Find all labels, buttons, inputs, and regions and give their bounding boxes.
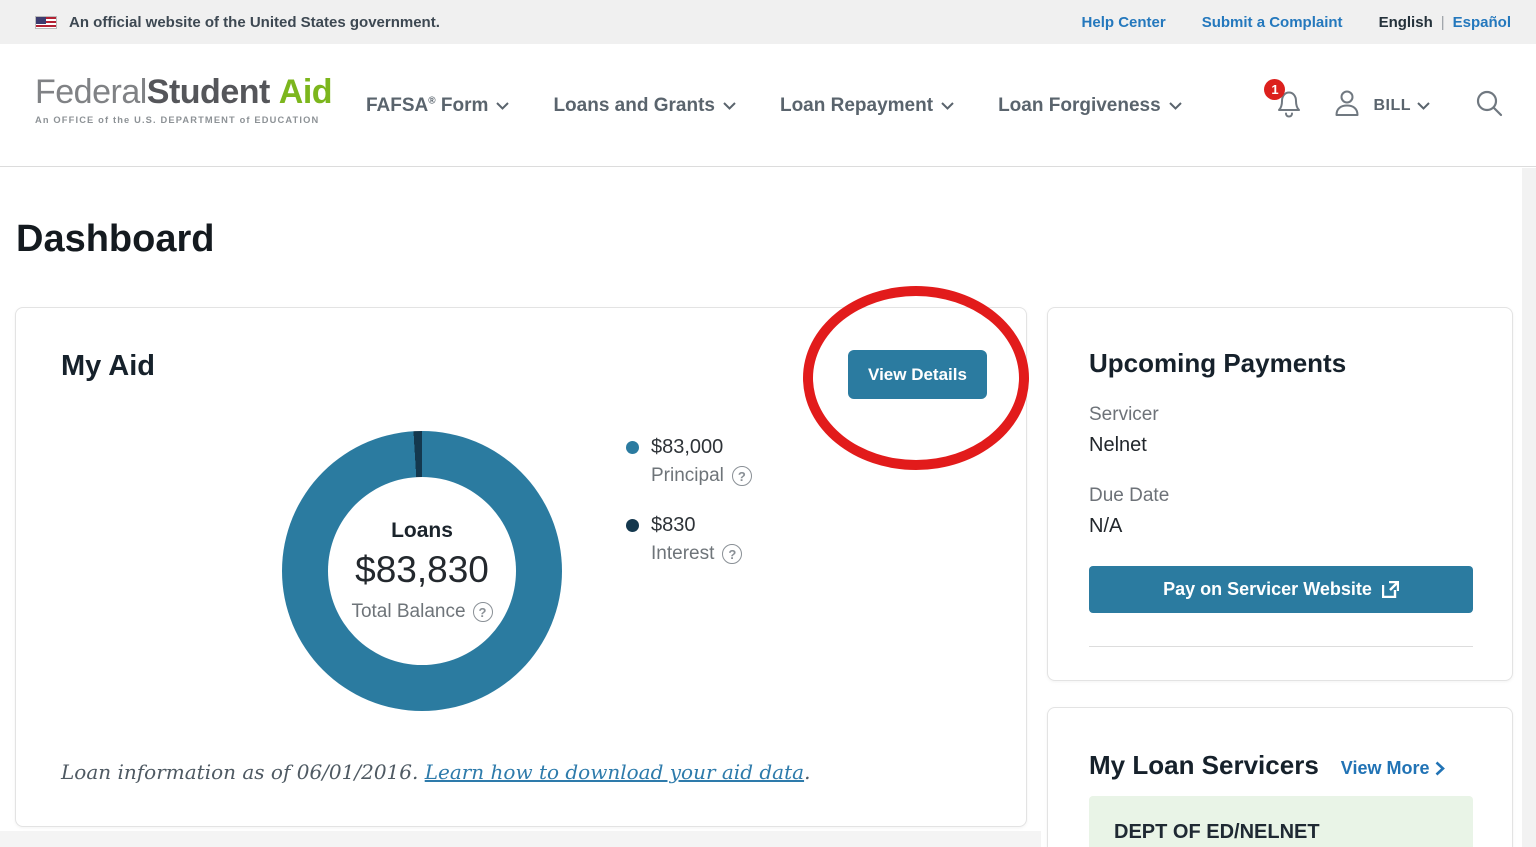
external-link-icon xyxy=(1382,581,1399,598)
loans-donut-chart: Loans $83,830 Total Balance ? xyxy=(282,431,562,711)
upcoming-payments-card: Upcoming Payments Servicer Nelnet Due Da… xyxy=(1047,307,1513,681)
chevron-down-icon xyxy=(723,102,736,110)
footnote-text: Loan information as of 06/01/2016. xyxy=(61,760,425,784)
scrollbar-track[interactable] xyxy=(1522,168,1536,847)
due-date-label: Due Date xyxy=(1089,485,1169,507)
logo-word-aid: Aid xyxy=(279,73,332,111)
search-icon xyxy=(1474,88,1504,118)
official-website-text: An official website of the United States… xyxy=(69,14,440,31)
chevron-right-icon xyxy=(1435,761,1445,776)
nav-loan-forgiveness[interactable]: Loan Forgiveness xyxy=(998,95,1182,117)
help-question-icon[interactable]: ? xyxy=(473,602,493,622)
servicer-value: Nelnet xyxy=(1089,434,1147,457)
view-details-button[interactable]: View Details xyxy=(848,350,987,399)
logo-tagline: An OFFICE of the U.S. DEPARTMENT of EDUC… xyxy=(35,115,332,125)
page: An official website of the United States… xyxy=(0,0,1536,847)
submit-complaint-link[interactable]: Submit a Complaint xyxy=(1202,14,1343,31)
my-loan-servicers-card: My Loan Servicers View More DEPT OF ED/N… xyxy=(1047,707,1513,847)
nav-loans-and-grants[interactable]: Loans and Grants xyxy=(553,95,736,117)
servicer-name: DEPT OF ED/NELNET xyxy=(1114,821,1320,844)
servicer-label: Servicer xyxy=(1089,404,1159,426)
chevron-down-icon xyxy=(941,102,954,110)
donut-center-label: Loans xyxy=(391,519,453,543)
username-label[interactable]: BILL xyxy=(1373,97,1411,115)
due-date-value: N/A xyxy=(1089,515,1122,538)
logo-word-federal: Federal xyxy=(35,73,147,111)
help-question-icon[interactable]: ? xyxy=(722,544,742,564)
pay-on-servicer-button[interactable]: Pay on Servicer Website xyxy=(1089,566,1473,613)
servicer-list-item[interactable]: DEPT OF ED/NELNET xyxy=(1089,796,1473,847)
interest-value: $830 xyxy=(651,514,696,537)
donut-center: Loans $83,830 Total Balance ? xyxy=(328,477,516,665)
search-button[interactable] xyxy=(1474,88,1504,123)
principal-dot-icon xyxy=(626,441,639,454)
language-divider: | xyxy=(1441,14,1445,31)
my-loan-servicers-title: My Loan Servicers xyxy=(1089,750,1319,781)
legend-item-principal: $83,000 Principal ? xyxy=(626,436,752,487)
interest-dot-icon xyxy=(626,519,639,532)
view-more-link[interactable]: View More xyxy=(1341,758,1446,779)
page-title: Dashboard xyxy=(16,218,214,261)
section-background xyxy=(0,831,1041,847)
nav-loan-repayment[interactable]: Loan Repayment xyxy=(780,95,954,117)
principal-label: Principal xyxy=(651,465,724,487)
main-nav: FAFSA® Form Loans and Grants Loan Repaym… xyxy=(366,44,1182,167)
my-aid-card: My Aid View Details Loans $83,830 Total … xyxy=(15,307,1027,827)
help-center-link[interactable]: Help Center xyxy=(1082,14,1166,31)
loan-info-footnote: Loan information as of 06/01/2016. Learn… xyxy=(61,760,810,784)
chart-legend: $83,000 Principal ? $830 Interest ? xyxy=(626,436,752,565)
user-icon xyxy=(1331,86,1363,120)
help-question-icon[interactable]: ? xyxy=(732,466,752,486)
chevron-down-icon xyxy=(496,102,509,110)
footnote-period: . xyxy=(804,760,810,784)
account-menu[interactable] xyxy=(1331,86,1363,125)
logo-word-student: Student xyxy=(147,73,270,111)
us-flag-icon xyxy=(35,16,57,29)
language-espanol-link[interactable]: Español xyxy=(1453,14,1511,31)
interest-label: Interest xyxy=(651,543,714,565)
card-divider xyxy=(1089,646,1473,647)
notifications-button[interactable]: 1 xyxy=(1273,86,1305,125)
government-banner: An official website of the United States… xyxy=(0,0,1536,44)
federal-student-aid-logo[interactable]: FederalStudent Aid An OFFICE of the U.S.… xyxy=(35,73,332,125)
total-balance-value: $83,830 xyxy=(355,549,489,591)
chevron-down-icon[interactable] xyxy=(1417,102,1430,110)
nav-fafsa-form[interactable]: FAFSA® Form xyxy=(366,95,509,117)
download-aid-data-link[interactable]: Learn how to download your aid data xyxy=(425,760,804,784)
principal-value: $83,000 xyxy=(651,436,723,459)
upcoming-payments-title: Upcoming Payments xyxy=(1089,348,1346,379)
language-english[interactable]: English xyxy=(1379,14,1433,31)
legend-item-interest: $830 Interest ? xyxy=(626,514,752,565)
site-header: FederalStudent Aid An OFFICE of the U.S.… xyxy=(0,44,1536,167)
my-aid-title: My Aid xyxy=(61,350,155,383)
chevron-down-icon xyxy=(1169,102,1182,110)
total-balance-label: Total Balance xyxy=(351,601,465,623)
